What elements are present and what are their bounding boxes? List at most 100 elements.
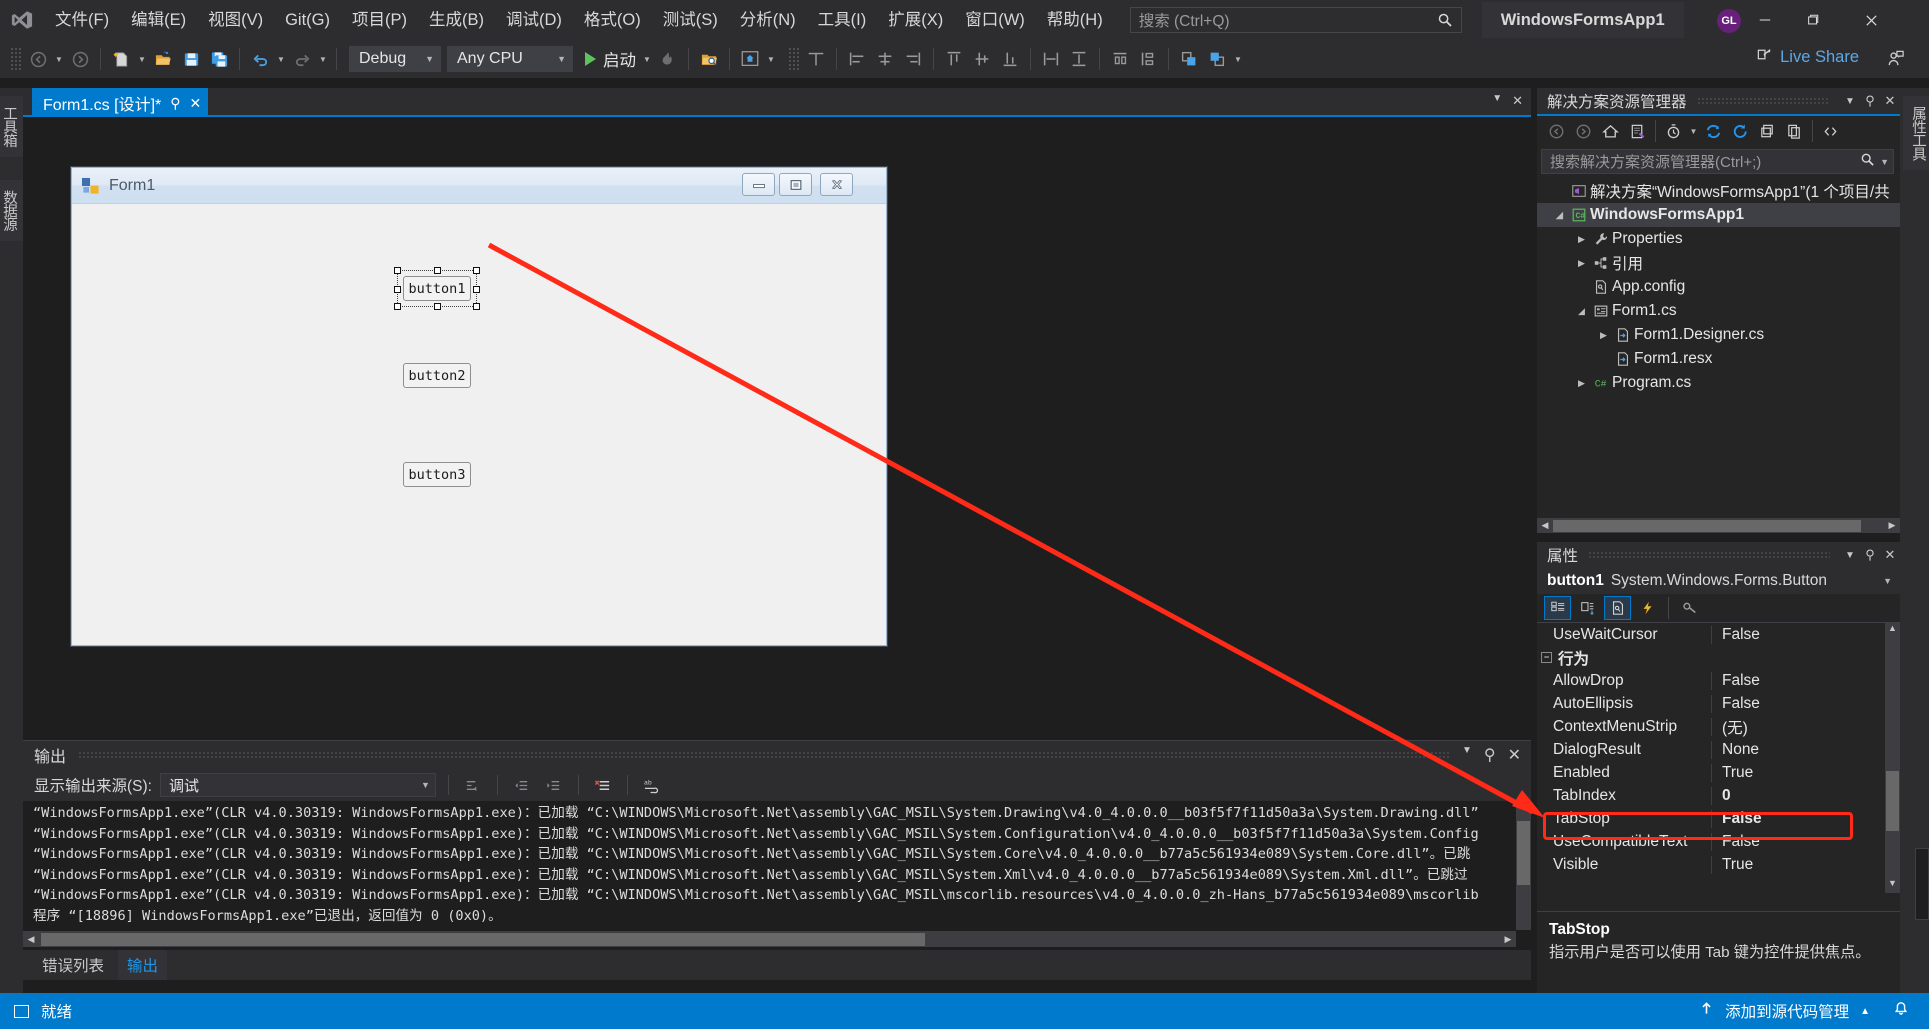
scroll-up-arrow-icon[interactable]: ▲ <box>1885 623 1900 638</box>
close-icon[interactable]: ✕ <box>1508 745 1521 765</box>
collapse-all-icon[interactable] <box>1728 119 1753 143</box>
account-avatar[interactable]: GL <box>1717 9 1741 33</box>
start-debug-dropdown-icon[interactable]: ▼ <box>640 45 654 73</box>
menu-view[interactable]: 视图(V) <box>197 4 274 36</box>
scrollbar-thumb[interactable] <box>1553 519 1861 532</box>
sync-with-active-document-icon[interactable] <box>1625 119 1650 143</box>
designer-button1[interactable]: button1 <box>403 276 471 301</box>
property-row[interactable]: Enabled True <box>1537 761 1900 784</box>
menu-help[interactable]: 帮助(H) <box>1036 4 1114 36</box>
output-source-select[interactable]: 调试 ▼ <box>159 773 436 797</box>
menu-project[interactable]: 项目(P) <box>341 4 418 36</box>
solution-platform-select[interactable]: Any CPU ▼ <box>447 46 573 72</box>
property-row[interactable]: UseCompatibleText False <box>1537 830 1900 853</box>
expander-collapsed-icon[interactable]: ▶ <box>1573 378 1590 389</box>
tab-form1-cs-design[interactable]: Form1.cs [设计]* ⚲ ✕ <box>32 88 209 117</box>
toolbar-overflow-icon[interactable]: ▼ <box>1231 45 1245 73</box>
tree-item-project[interactable]: ◢ C# WindowsFormsApp1 <box>1537 203 1900 227</box>
open-folder-icon[interactable] <box>149 45 177 73</box>
navigate-forward-icon[interactable] <box>66 45 94 73</box>
tree-item-references[interactable]: ▶ 引用 <box>1537 251 1900 275</box>
property-value[interactable]: False <box>1712 672 1900 690</box>
window-close-button[interactable] <box>1847 0 1895 40</box>
save-all-icon[interactable] <box>205 45 233 73</box>
chevron-down-icon[interactable]: ▼ <box>1840 550 1860 561</box>
tree-item-properties[interactable]: ▶ Properties <box>1537 227 1900 251</box>
back-arrow-icon[interactable] <box>1544 119 1569 143</box>
resize-handle-ne[interactable] <box>473 267 480 274</box>
property-row[interactable]: Visible True <box>1537 853 1900 876</box>
make-same-height-icon[interactable] <box>1065 45 1093 73</box>
new-file-dropdown-icon[interactable]: ▼ <box>135 45 149 73</box>
person-share-icon[interactable] <box>1886 49 1905 73</box>
redo-icon[interactable] <box>288 45 316 73</box>
find-in-files-icon[interactable] <box>695 45 723 73</box>
property-row-tabstop[interactable]: TabStop False <box>1537 807 1900 830</box>
menu-analyze[interactable]: 分析(N) <box>729 4 807 36</box>
go-to-message-icon[interactable] <box>461 773 485 797</box>
show-all-files-icon[interactable] <box>1818 119 1843 143</box>
new-file-icon[interactable] <box>107 45 135 73</box>
menu-debug[interactable]: 调试(D) <box>495 4 573 36</box>
close-icon[interactable]: ✕ <box>1880 547 1900 563</box>
winform-preview[interactable]: Form1 button1 button2 button3 <box>71 167 887 646</box>
hot-reload-icon[interactable] <box>654 45 682 73</box>
sidebar-tab-properties-toolbox[interactable]: 属性工具 <box>1903 96 1929 170</box>
expander-collapsed-icon[interactable]: ▶ <box>1595 330 1612 341</box>
sidebar-tab-data-sources[interactable]: 数据源 <box>0 180 23 241</box>
winform-close-button[interactable] <box>820 173 853 196</box>
property-value[interactable]: False <box>1712 833 1900 851</box>
solution-configuration-select[interactable]: Debug ▼ <box>349 46 441 72</box>
copy-icon[interactable] <box>1782 119 1807 143</box>
menu-file[interactable]: 文件(F) <box>44 4 120 36</box>
menu-extensions[interactable]: 扩展(X) <box>877 4 954 36</box>
chevron-up-icon[interactable]: ▲ <box>1860 1006 1870 1017</box>
winform-client-area[interactable]: button1 button2 button3 <box>72 204 886 645</box>
pin-icon[interactable]: ⚲ <box>1860 93 1880 109</box>
live-share-button[interactable]: Live Share <box>1756 46 1859 68</box>
tree-item-form1-resx[interactable]: Form1.resx <box>1537 347 1900 371</box>
property-value[interactable]: True <box>1712 764 1900 782</box>
designer-canvas[interactable]: Form1 button1 button2 button3 <box>23 117 1531 740</box>
upload-arrow-icon[interactable] <box>1699 1001 1714 1021</box>
collapse-category-icon[interactable]: − <box>1541 652 1552 663</box>
toolbar-grip[interactable] <box>10 47 22 71</box>
scroll-left-arrow-icon[interactable]: ◀ <box>23 934 39 945</box>
undo-dropdown-icon[interactable]: ▼ <box>274 45 288 73</box>
winform-minimize-button[interactable] <box>742 173 775 196</box>
tree-item-app-config[interactable]: App.config <box>1537 275 1900 299</box>
close-icon[interactable]: ✕ <box>1880 93 1900 109</box>
properties-window-icon[interactable] <box>1755 119 1780 143</box>
toggle-wordwrap-icon[interactable]: ab <box>640 773 664 797</box>
property-row[interactable]: DialogResult None <box>1537 738 1900 761</box>
property-value[interactable]: (无) <box>1712 716 1900 738</box>
property-value[interactable]: False <box>1712 810 1900 828</box>
properties-page-icon[interactable] <box>1604 596 1631 620</box>
expander-expanded-icon[interactable]: ◢ <box>1573 306 1590 317</box>
property-value[interactable]: 0 <box>1712 787 1900 805</box>
expander-collapsed-icon[interactable]: ▶ <box>1573 234 1590 245</box>
home-icon[interactable] <box>1598 119 1623 143</box>
redo-dropdown-icon[interactable]: ▼ <box>316 45 330 73</box>
preview-icon[interactable] <box>736 45 764 73</box>
align-bottoms-icon[interactable] <box>996 45 1024 73</box>
menu-format[interactable]: 格式(O) <box>573 4 652 36</box>
properties-vertical-scrollbar[interactable]: ▲ ▼ <box>1885 623 1900 893</box>
navigate-backward-dropdown-icon[interactable]: ▼ <box>52 45 66 73</box>
resize-handle-e[interactable] <box>473 286 480 293</box>
search-icon[interactable] <box>1860 152 1875 171</box>
code-minimap[interactable] <box>1915 848 1929 920</box>
forward-arrow-icon[interactable] <box>1571 119 1596 143</box>
scroll-down-arrow-icon[interactable]: ▼ <box>1885 878 1900 893</box>
align-centers-icon[interactable] <box>871 45 899 73</box>
bring-to-front-icon[interactable] <box>1175 45 1203 73</box>
send-to-back-icon[interactable] <box>1203 45 1231 73</box>
solution-explorer-search-input[interactable]: 搜索解决方案资源管理器(Ctrl+;) ▼ <box>1541 149 1894 174</box>
pending-changes-filter-icon[interactable] <box>1661 119 1686 143</box>
property-value[interactable]: None <box>1712 741 1900 759</box>
align-to-grid-icon[interactable] <box>802 45 830 73</box>
properties-grid[interactable]: UseWaitCursor False − 行为 AllowDrop False… <box>1537 623 1900 893</box>
align-rights-icon[interactable] <box>899 45 927 73</box>
horizontal-spacing-icon[interactable] <box>1106 45 1134 73</box>
output-vertical-scrollbar[interactable] <box>1516 801 1531 930</box>
